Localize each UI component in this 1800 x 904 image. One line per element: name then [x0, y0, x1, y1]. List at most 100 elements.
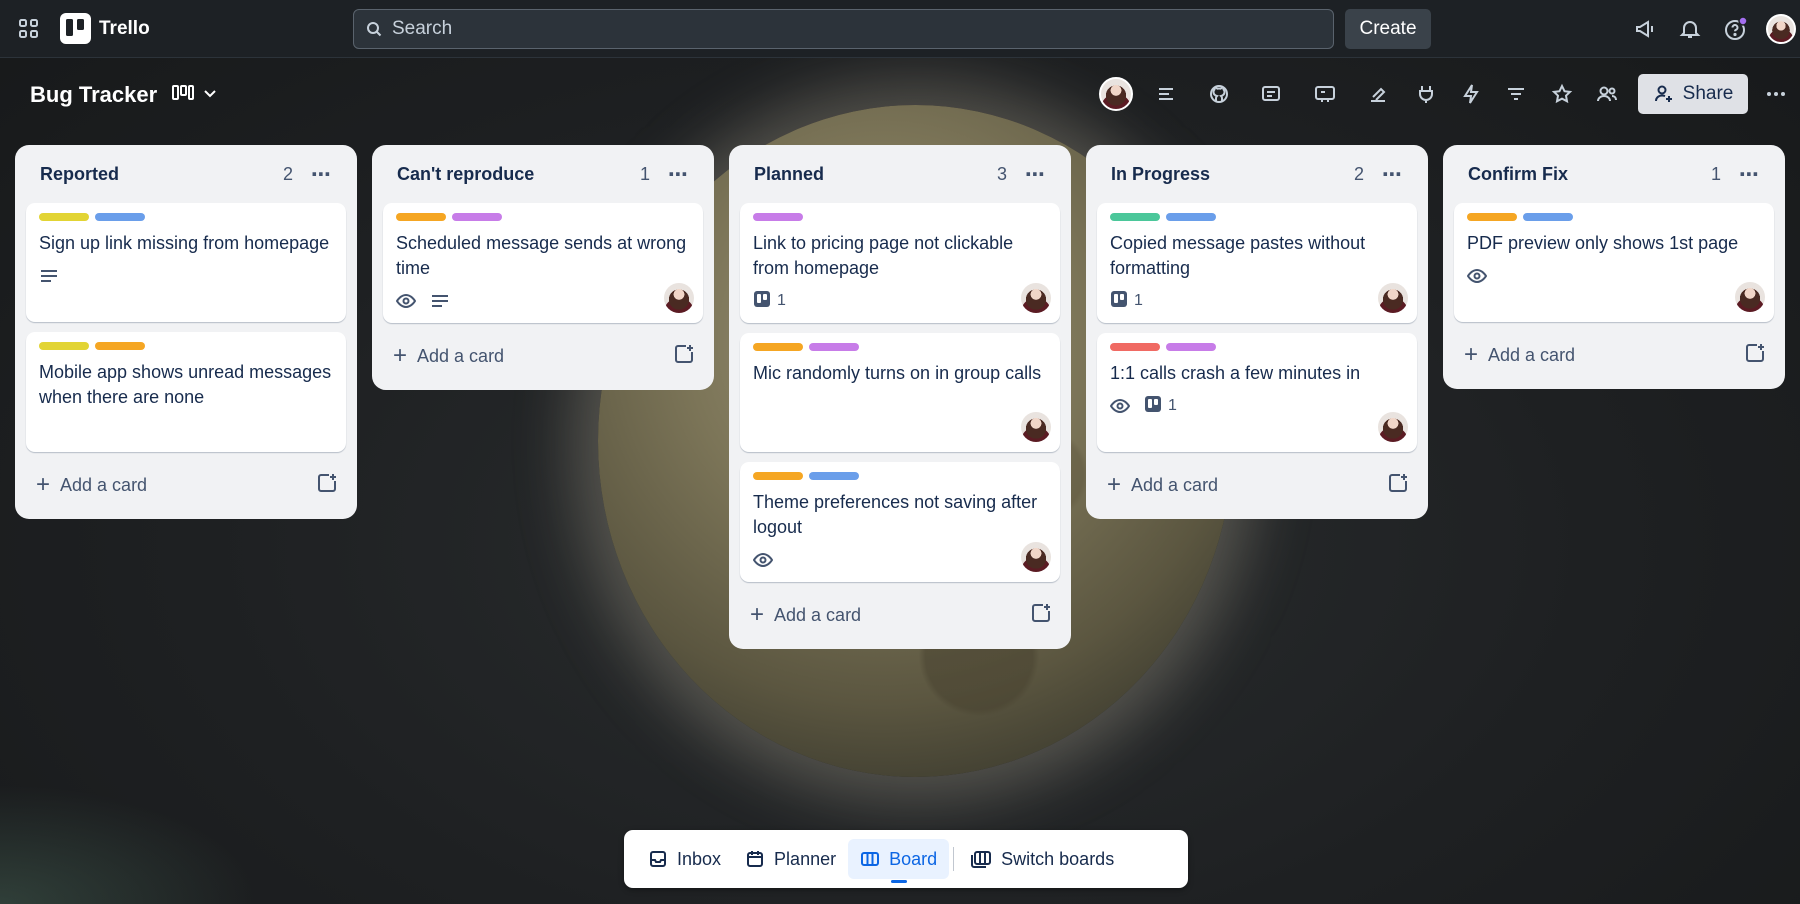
card[interactable]: Sign up link missing from homepage [26, 203, 346, 322]
sticker-icon[interactable] [1257, 80, 1285, 108]
card[interactable]: 1:1 calls crash a few minutes in 1 [1097, 333, 1417, 452]
card-label-purple[interactable] [452, 213, 502, 221]
card-label-red[interactable] [1110, 343, 1160, 351]
card[interactable]: Mobile app shows unread messages when th… [26, 332, 346, 452]
card[interactable]: PDF preview only shows 1st page [1454, 203, 1774, 322]
board-view-switcher[interactable] [172, 84, 218, 102]
automation-icon[interactable] [1457, 80, 1485, 108]
nav-inbox[interactable]: Inbox [636, 839, 733, 879]
card-label-blue[interactable] [1523, 213, 1573, 221]
add-person-icon [1654, 85, 1672, 102]
card[interactable]: Link to pricing page not clickable from … [740, 203, 1060, 323]
card-labels [39, 342, 333, 350]
add-card-button[interactable]: + Add a card [1097, 462, 1417, 508]
card[interactable]: Mic randomly turns on in group calls [740, 333, 1060, 452]
create-button[interactable]: Create [1345, 9, 1431, 49]
card-label-yellow[interactable] [39, 342, 89, 350]
card-label-blue[interactable] [95, 213, 145, 221]
list-header[interactable]: Reported 2 ⋯ [26, 145, 346, 203]
card[interactable]: Scheduled message sends at wrong time [383, 203, 703, 323]
card-cover-icon[interactable] [1311, 80, 1339, 108]
mirror-card-icon [1110, 290, 1128, 313]
card-label-purple[interactable] [809, 343, 859, 351]
card-label-yellow[interactable] [39, 213, 89, 221]
list-menu-icon[interactable]: ⋯ [668, 162, 689, 187]
card-label-orange[interactable] [95, 342, 145, 350]
nav-planner[interactable]: Planner [733, 839, 848, 879]
add-card-button[interactable]: + Add a card [383, 333, 703, 379]
card-member-avatar[interactable] [1021, 412, 1051, 442]
card-label-orange[interactable] [753, 472, 803, 480]
bell-icon[interactable] [1677, 16, 1703, 42]
list-title[interactable]: Can't reproduce [397, 164, 640, 185]
card-member-avatar[interactable] [1735, 282, 1765, 312]
card-labels [753, 343, 1047, 351]
create-from-template-icon[interactable] [1744, 342, 1766, 369]
list-header[interactable]: Can't reproduce 1 ⋯ [383, 145, 703, 203]
help-icon[interactable] [1722, 16, 1748, 42]
power-ups-icon[interactable] [1412, 80, 1440, 108]
card-labels [753, 472, 1047, 480]
board-title[interactable]: Bug Tracker [30, 82, 157, 108]
add-card-button[interactable]: + Add a card [26, 462, 346, 508]
card-label-purple[interactable] [1166, 343, 1216, 351]
card-label-purple[interactable] [753, 213, 803, 221]
create-from-template-icon[interactable] [673, 343, 695, 370]
card-badges [396, 289, 690, 313]
list-header[interactable]: Confirm Fix 1 ⋯ [1454, 145, 1774, 203]
list-header[interactable]: Planned 3 ⋯ [740, 145, 1060, 203]
card-member-avatar[interactable] [1021, 542, 1051, 572]
megaphone-icon[interactable] [1632, 16, 1658, 42]
card-label-orange[interactable] [753, 343, 803, 351]
card-description-icon[interactable] [1152, 80, 1180, 108]
mirror-card-badge: 1 [1144, 395, 1177, 418]
add-card-button[interactable]: + Add a card [1454, 332, 1774, 378]
description-icon [39, 267, 59, 285]
nav-board[interactable]: Board [848, 839, 950, 879]
list-title[interactable]: Reported [40, 164, 283, 185]
card-label-orange[interactable] [396, 213, 446, 221]
share-button[interactable]: Share [1638, 74, 1748, 114]
create-from-template-icon[interactable] [1030, 602, 1052, 629]
card-label-orange[interactable] [1467, 213, 1517, 221]
app-switcher-icon[interactable] [18, 18, 40, 40]
user-avatar[interactable] [1766, 14, 1796, 44]
plus-icon: + [1107, 471, 1122, 498]
members-icon[interactable] [1593, 80, 1621, 108]
card-member-avatar[interactable] [1378, 283, 1408, 313]
card-member-avatar[interactable] [1021, 283, 1051, 313]
github-icon[interactable] [1205, 80, 1233, 108]
create-from-template-icon[interactable] [316, 472, 338, 499]
trello-logo[interactable]: Trello [60, 13, 150, 44]
list-menu-icon[interactable]: ⋯ [1382, 162, 1403, 187]
card[interactable]: Theme preferences not saving after logou… [740, 462, 1060, 582]
list-title[interactable]: Confirm Fix [1468, 164, 1711, 185]
add-card-button[interactable]: + Add a card [740, 592, 1060, 638]
card-label-blue[interactable] [1166, 213, 1216, 221]
list-4: Confirm Fix 1 ⋯ PDF preview only shows 1st … [1443, 145, 1785, 389]
card-member-avatar[interactable] [1378, 412, 1408, 442]
card-member-avatar[interactable] [664, 283, 694, 313]
list-menu-icon[interactable]: ⋯ [1739, 162, 1760, 187]
list-title[interactable]: Planned [754, 164, 997, 185]
board-member-avatar[interactable] [1099, 77, 1133, 111]
search-input[interactable]: Search [353, 9, 1334, 49]
create-from-template-icon[interactable] [1387, 472, 1409, 499]
nav-switch-boards[interactable]: Switch boards [958, 839, 1126, 879]
star-icon[interactable] [1548, 80, 1576, 108]
filter-icon[interactable] [1502, 80, 1530, 108]
card[interactable]: Copied message pastes without formatting… [1097, 203, 1417, 323]
list-menu-icon[interactable]: ⋯ [1025, 162, 1046, 187]
list-title[interactable]: In Progress [1111, 164, 1354, 185]
list-menu-icon[interactable]: ⋯ [311, 162, 332, 187]
card-badges [753, 394, 1047, 418]
card-label-green[interactable] [1110, 213, 1160, 221]
list-header[interactable]: In Progress 2 ⋯ [1097, 145, 1417, 203]
card-label-blue[interactable] [809, 472, 859, 480]
more-menu-icon[interactable] [1762, 80, 1790, 108]
add-card-label: Add a card [1488, 344, 1576, 365]
card-aging-icon[interactable] [1364, 80, 1392, 108]
switch-boards-icon [971, 851, 992, 868]
list-card-count: 1 [1710, 163, 1721, 184]
nav-divider [953, 847, 955, 871]
